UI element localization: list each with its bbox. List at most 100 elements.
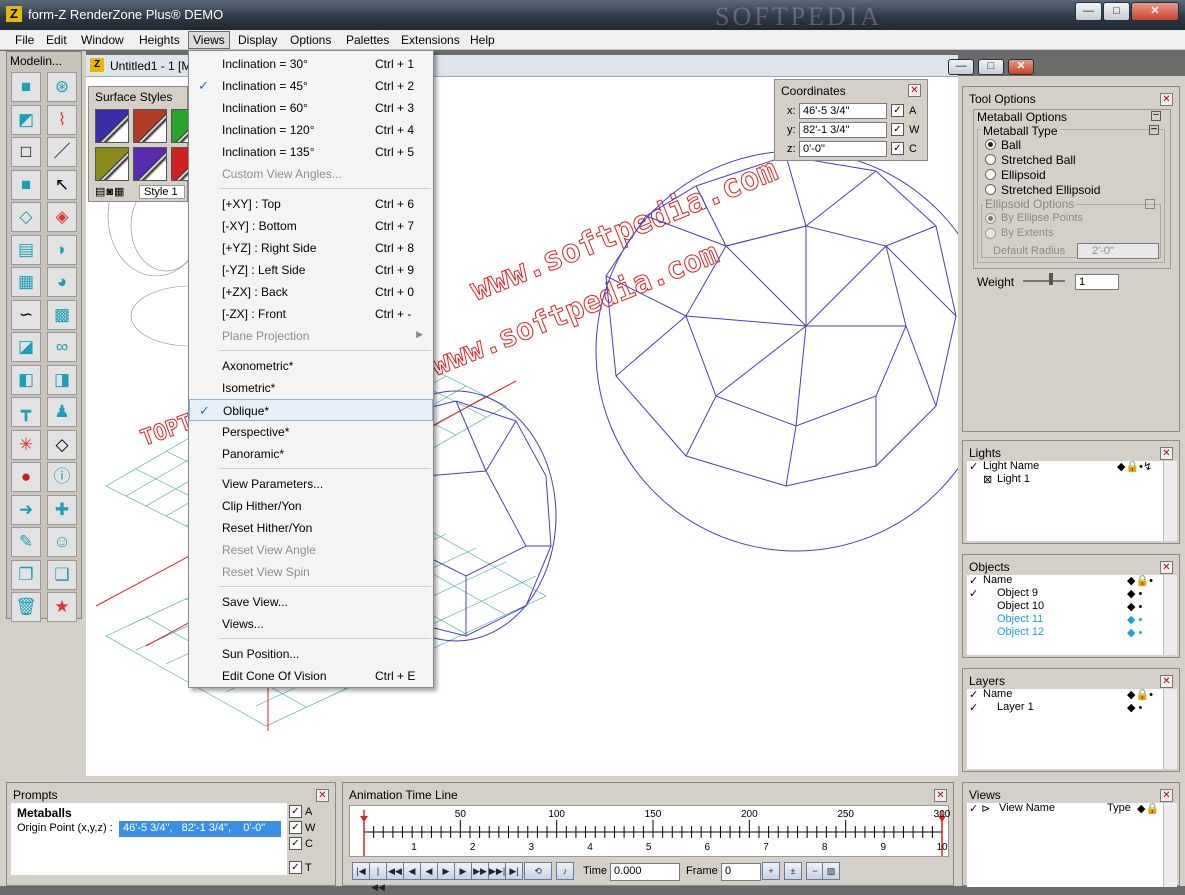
radio-stretched-ellipsoid[interactable] — [985, 184, 996, 195]
prompt-flag-checkbox[interactable]: ✓ — [289, 805, 302, 818]
views-menu-item[interactable]: [-ZX] : Front Ctrl + - — [189, 303, 433, 325]
timeline-playback-button[interactable]: ▶| — [505, 862, 523, 880]
prompt-value-input[interactable]: 46'-5 3/4", 82'-1 3/4", 0'-0" — [119, 821, 281, 837]
lights-scrollbar[interactable] — [1163, 461, 1177, 541]
timeline-start-arrow[interactable] — [360, 816, 368, 822]
prompts-close-icon[interactable]: ✕ — [316, 789, 329, 802]
plane-icon[interactable]: ◇ — [11, 202, 41, 232]
layers-scrollbar[interactable] — [1163, 689, 1177, 769]
cross-icon[interactable]: ✚ — [47, 494, 77, 525]
pointer-icon[interactable]: ↖ — [47, 169, 77, 200]
timeline-playback-button[interactable]: ◀ — [420, 862, 438, 880]
views-menu-item[interactable]: [+ZX] : Back Ctrl + 0 — [189, 281, 433, 303]
layer-1-check[interactable]: ✓ — [969, 701, 978, 714]
views-menu-item[interactable]: ✓ Oblique* — [189, 399, 433, 421]
doc-minimize-button[interactable]: — — [948, 59, 974, 75]
style-view-icons[interactable]: ▤◙▦ — [95, 185, 125, 198]
grid-surface-icon[interactable]: ▦ — [11, 267, 41, 297]
extrude-icon[interactable]: ◧ — [11, 364, 41, 395]
timeline-playback-button[interactable]: ▶ — [454, 862, 472, 880]
views-menu-item[interactable]: View Parameters... — [189, 473, 433, 495]
timeline-tool-button[interactable]: + — [762, 862, 780, 880]
views-menu-item[interactable]: Plane Projection ▶ — [189, 325, 433, 347]
menu-extensions[interactable]: Extensions — [401, 33, 460, 47]
coord-value-input[interactable]: 0'-0" — [799, 141, 887, 157]
prompt-flag-checkbox[interactable]: ✓ — [289, 837, 302, 850]
prompt-flag-checkbox[interactable]: ✓ — [289, 861, 302, 874]
views-scrollbar[interactable] — [1163, 803, 1177, 887]
timeline-playback-button[interactable]: |◀◀ — [369, 862, 387, 892]
menu-options[interactable]: Options — [290, 33, 331, 47]
coord-value-input[interactable]: 82'-1 3/4" — [799, 122, 887, 138]
link-icon[interactable]: ∞ — [47, 332, 77, 362]
coordinates-close-icon[interactable]: ✕ — [908, 84, 921, 97]
views-menu-item[interactable]: Isometric* — [189, 377, 433, 399]
light-row-name[interactable]: Light 1 — [997, 473, 1030, 485]
t-shape-icon[interactable]: ┳ — [11, 397, 41, 427]
menu-edit[interactable]: Edit — [46, 33, 67, 47]
views-menu-item[interactable]: Reset View Spin — [189, 561, 433, 583]
coord-value-input[interactable]: 46'-5 3/4" — [799, 103, 887, 119]
object-row-name[interactable]: Object 9 — [997, 587, 1038, 599]
radio-by-ellipse-points[interactable] — [985, 213, 996, 224]
views-menu-item[interactable]: Custom View Angles... — [189, 163, 433, 185]
select-cube-icon[interactable]: ◩ — [11, 104, 41, 135]
diamond-icon[interactable]: ◇ — [47, 429, 77, 460]
solid-cube-icon[interactable]: ■ — [11, 169, 41, 200]
timeline-ruler[interactable]: 50 100 150 200 250 300 1 2 3 4 5 6 7 8 9 10 — [349, 805, 951, 857]
prompt-flag-checkbox[interactable]: ✓ — [289, 821, 302, 834]
radio-ellipsoid[interactable] — [985, 169, 996, 180]
views-menu-item[interactable]: Inclination = 30° Ctrl + 1 — [189, 53, 433, 75]
views-menu-item[interactable]: Inclination = 60° Ctrl + 3 — [189, 97, 433, 119]
sphere-icon[interactable]: ● — [11, 462, 41, 492]
views-menu-item[interactable]: ✓ Inclination = 45° Ctrl + 2 — [189, 75, 433, 97]
doc-maximize-button[interactable]: □ — [978, 59, 1004, 75]
stack-icon[interactable]: ▤ — [11, 234, 41, 265]
maximize-button[interactable]: □ — [1103, 2, 1130, 21]
timeline-playback-button[interactable]: |◀ — [352, 862, 370, 880]
menu-heights[interactable]: Heights — [139, 33, 180, 47]
timeline-playback-button[interactable]: ▶ — [437, 862, 455, 880]
views-panel-close-icon[interactable]: ✕ — [1160, 789, 1173, 802]
timeline-tool-button[interactable]: ± — [784, 862, 802, 880]
move-icon[interactable]: ➜ — [11, 494, 41, 525]
weight-slider-handle[interactable] — [1049, 273, 1053, 285]
paint-icon[interactable]: ✎ — [11, 527, 41, 557]
trash-icon[interactable]: 🗑 — [11, 592, 41, 622]
minimize-button[interactable]: — — [1075, 2, 1102, 21]
info-icon[interactable]: ⓘ — [47, 462, 77, 492]
metaball-options-collapse-icon[interactable]: − — [1151, 110, 1161, 121]
surface-swatch[interactable] — [95, 109, 129, 143]
views-menu-item[interactable]: [-YZ] : Left Side Ctrl + 9 — [189, 259, 433, 281]
menu-palettes[interactable]: Palettes — [346, 33, 389, 47]
surface-swatch[interactable] — [95, 147, 129, 181]
ghost-icon[interactable]: ☺ — [47, 527, 77, 557]
close-button[interactable]: ✕ — [1131, 2, 1179, 21]
views-list[interactable] — [967, 803, 1163, 887]
atom-tool-icon[interactable]: ⊛ — [47, 72, 77, 102]
timeline-tool-button[interactable]: ⟲ — [524, 862, 552, 880]
copy2-icon[interactable]: ❑ — [47, 559, 77, 590]
views-menu-item[interactable]: Panoramic* — [189, 443, 433, 465]
timeline-playback-button[interactable]: ◀ — [403, 862, 421, 880]
lights-close-icon[interactable]: ✕ — [1160, 447, 1173, 460]
cube-tool-icon[interactable]: ■ — [11, 72, 41, 102]
boolean-icon[interactable]: ◈ — [47, 202, 77, 232]
line-icon[interactable]: ／ — [47, 137, 77, 167]
objects-close-icon[interactable]: ✕ — [1160, 561, 1173, 574]
path-icon[interactable]: ⌇ — [47, 104, 77, 135]
views-menu-item[interactable]: Inclination = 120° Ctrl + 4 — [189, 119, 433, 141]
radio-ball[interactable] — [985, 139, 996, 150]
rectangle-icon[interactable]: □ — [11, 137, 41, 167]
views-menu-item[interactable]: Inclination = 135° Ctrl + 5 — [189, 141, 433, 163]
menu-views[interactable]: Views — [188, 31, 230, 49]
layer-row-name[interactable]: Layer 1 — [997, 701, 1034, 713]
tool-options-close-icon[interactable]: ✕ — [1160, 93, 1173, 106]
views-menu-item[interactable]: Reset Hither/Yon — [189, 517, 433, 539]
timeline-playback-button[interactable]: ▶▶ — [471, 862, 489, 880]
views-menu-item[interactable]: [-XY] : Bottom Ctrl + 7 — [189, 215, 433, 237]
views-menu-item[interactable]: Axonometric* — [189, 355, 433, 377]
curve-icon[interactable]: ∽ — [11, 299, 41, 330]
split-icon[interactable]: ◪ — [11, 332, 41, 362]
views-menu-item[interactable]: [+XY] : Top Ctrl + 6 — [189, 193, 433, 215]
